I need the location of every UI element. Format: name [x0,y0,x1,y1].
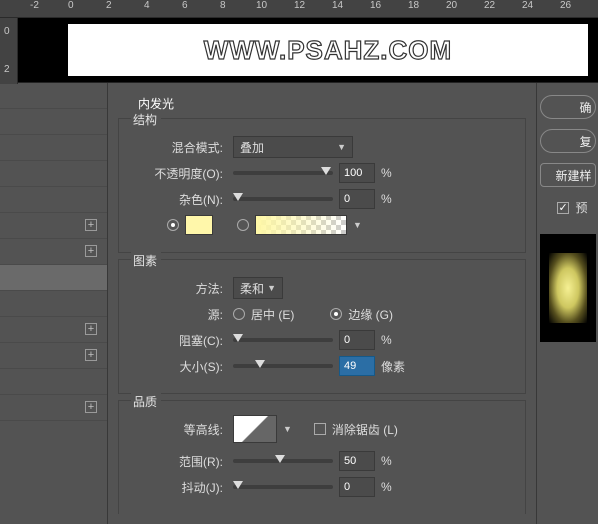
jitter-label: 抖动(J): [127,479,223,496]
antialias-label: 消除锯齿 (L) [332,421,398,438]
color-radio[interactable] [167,219,179,231]
antialias-checkbox[interactable] [314,423,326,435]
noise-label: 杂色(N): [127,191,223,208]
blend-mode-select[interactable]: 叠加▼ [233,136,353,158]
blend-label: 混合模式: [127,139,223,156]
plus-icon[interactable]: + [85,245,97,257]
list-item[interactable]: + [0,343,107,369]
section-quality: 品质 [131,393,161,410]
source-label: 源: [127,306,223,323]
section-structure: 结构 [131,111,161,128]
banner-text: WWW.PSAHZ.COM [204,35,452,66]
choke-input[interactable] [339,330,375,350]
gradient-caret-icon[interactable]: ▼ [353,220,362,230]
plus-icon[interactable]: + [85,323,97,335]
plus-icon[interactable]: + [85,349,97,361]
source-center-radio[interactable] [233,308,245,320]
list-item-active[interactable] [0,265,107,291]
ruler-vertical: 02 [0,18,18,84]
color-swatch[interactable] [185,215,213,235]
noise-slider[interactable] [233,197,333,201]
plus-icon[interactable]: + [85,401,97,413]
noise-input[interactable] [339,189,375,209]
size-input[interactable] [339,356,375,376]
opacity-slider[interactable] [233,171,333,175]
size-slider[interactable] [233,364,333,368]
contour-picker[interactable] [233,415,277,443]
method-select[interactable]: 柔和▼ [233,277,283,299]
source-center-label: 居中 (E) [251,306,294,323]
choke-slider[interactable] [233,338,333,342]
list-item[interactable]: + [0,395,107,421]
opacity-input[interactable] [339,163,375,183]
properties-panel: 内发光 结构 混合模式: 叠加▼ 不透明度(O): % 杂色(N): % [108,83,536,524]
section-elements: 图素 [131,252,161,269]
range-input[interactable] [339,451,375,471]
method-label: 方法: [127,280,223,297]
preview-checkbox[interactable] [557,202,569,214]
range-slider[interactable] [233,459,333,463]
choke-label: 阻塞(C): [127,332,223,349]
preview-label: 预 [575,199,587,216]
preview-thumbnail [540,234,596,342]
px-label: 像素 [381,358,405,375]
right-panel: 确 复 新建样 预 [536,83,598,524]
size-label: 大小(S): [127,358,223,375]
ruler-horizontal: -20 24 68 1012 1416 1820 2224 26 [0,0,598,18]
ok-button[interactable]: 确 [540,95,596,119]
section-inner-glow: 内发光 [138,95,526,112]
source-edge-label: 边缘 (G) [348,306,393,323]
list-item[interactable]: + [0,239,107,265]
banner: WWW.PSAHZ.COM [68,24,588,76]
gradient-radio[interactable] [237,219,249,231]
list-item[interactable]: + [0,317,107,343]
opacity-label: 不透明度(O): [127,165,223,182]
new-style-button[interactable]: 新建样 [540,163,596,187]
plus-icon[interactable]: + [85,219,97,231]
list-item[interactable]: + [0,213,107,239]
source-edge-radio[interactable] [330,308,342,320]
styles-list[interactable]: + + + + + [0,83,108,524]
jitter-slider[interactable] [233,485,333,489]
gradient-picker[interactable] [255,215,347,235]
contour-label: 等高线: [127,421,223,438]
reset-button[interactable]: 复 [540,129,596,153]
canvas-area: WWW.PSAHZ.COM [18,18,598,83]
range-label: 范围(R): [127,453,223,470]
jitter-input[interactable] [339,477,375,497]
